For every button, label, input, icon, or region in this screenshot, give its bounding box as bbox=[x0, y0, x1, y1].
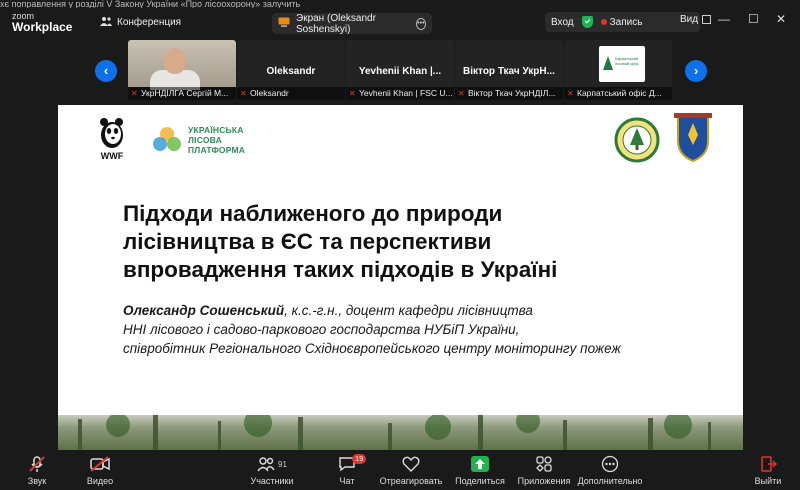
more-options-icon[interactable]: ••• bbox=[415, 17, 426, 30]
author-degree: , к.с.-г.н., доцент кафедри лісівництва bbox=[284, 303, 533, 318]
more-button[interactable]: Дополнительно bbox=[575, 454, 645, 486]
wwf-logo: WWF bbox=[94, 117, 130, 163]
camera-off-icon bbox=[65, 454, 135, 474]
research-institute-emblem-icon bbox=[614, 117, 660, 163]
notification-ticker: хє поправлення у розділі V Закону Україн… bbox=[0, 0, 301, 8]
participant-caption: ✕ Oleksandr bbox=[237, 87, 345, 100]
audio-label: Звук bbox=[27, 476, 47, 486]
title-line: впровадження таких підходів в Україні bbox=[123, 257, 558, 282]
mic-muted-icon: ✕ bbox=[567, 88, 574, 98]
chat-label: Чат bbox=[339, 476, 355, 486]
meeting-controls: Вход Запись bbox=[545, 12, 700, 32]
slide-title: Підходи наближеного до природи лісівницт… bbox=[123, 200, 683, 284]
brand-line2: Workplace bbox=[12, 20, 73, 34]
ukrainian-forest-platform-logo: УКРАЇНСЬКА ЛІСОВА ПЛАТФОРМА bbox=[150, 125, 245, 155]
participants-label: Участники bbox=[250, 476, 294, 486]
apps-label: Приложения bbox=[517, 476, 571, 486]
platform-line1: УКРАЇНСЬКА bbox=[188, 125, 244, 135]
participant-tile[interactable]: Oleksandr ✕ Oleksandr bbox=[237, 40, 345, 100]
more-dots-icon bbox=[575, 454, 645, 474]
more-label: Дополнительно bbox=[577, 476, 643, 486]
platform-line2: ЛІСОВА bbox=[188, 135, 222, 145]
meeting-toolbar: Звук Видео 91 Участники 19 Чат Отреагиро… bbox=[0, 450, 800, 490]
view-button[interactable]: Вид bbox=[680, 14, 712, 25]
participants-button[interactable]: 91 Участники bbox=[237, 454, 307, 486]
security-shield-icon[interactable] bbox=[581, 16, 593, 28]
mic-muted-icon bbox=[2, 454, 72, 474]
platform-line3: ПЛАТФОРМА bbox=[188, 145, 246, 155]
mic-muted-icon: ✕ bbox=[349, 88, 356, 98]
conference-label: Конференция bbox=[117, 17, 182, 28]
participant-tile[interactable]: Віктор Ткач УкрН... ✕ Віктор Ткач УкрНДІ… bbox=[455, 40, 563, 100]
share-screen-indicator[interactable]: Экран (Oleksandr Soshenskyi) ••• bbox=[272, 12, 432, 35]
participant-name: Віктор Ткач УкрН... bbox=[463, 66, 555, 77]
view-label: Вид bbox=[680, 14, 699, 25]
mic-muted-icon: ✕ bbox=[240, 88, 247, 98]
author-name: Олександр Сошенський bbox=[123, 303, 285, 318]
share-label: Экран (Oleksandr Soshenskyi) bbox=[296, 12, 376, 35]
participant-tile[interactable]: Карпатський лісовий офіс ✕ Карпатський о… bbox=[564, 40, 672, 100]
participant-name: Yevhenii Khan |... bbox=[358, 66, 442, 77]
participants-icon: 91 bbox=[237, 454, 307, 474]
conference-button[interactable]: Конференция bbox=[100, 16, 181, 29]
chat-unread-badge: 19 bbox=[352, 454, 367, 464]
react-label: Отреагировать bbox=[379, 476, 443, 486]
participant-caption: ✕ Карпатський офіс Д... bbox=[564, 87, 672, 100]
university-crest-icon bbox=[674, 113, 712, 163]
participant-gallery: ‹ ✕ УкрНДІЛГА Сергій М... Oleksandr ✕ Ol… bbox=[0, 40, 800, 102]
panda-icon bbox=[100, 118, 123, 148]
author-info: Олександр Сошенський, к.с.-г.н., доцент … bbox=[123, 301, 723, 358]
leave-label: Выйти bbox=[754, 476, 782, 486]
participant-name: Oleksandr bbox=[266, 66, 316, 77]
share-button[interactable]: Поделиться bbox=[445, 454, 515, 486]
mic-muted-icon: ✕ bbox=[131, 88, 138, 98]
title-bar: хє поправлення у розділі V Закону Україн… bbox=[0, 0, 800, 40]
participant-video bbox=[128, 40, 236, 90]
people-icon bbox=[100, 16, 112, 29]
gallery-next-button[interactable]: › bbox=[685, 60, 707, 82]
wwf-label: WWF bbox=[100, 151, 124, 161]
mic-muted-icon: ✕ bbox=[458, 88, 465, 98]
maximize-button[interactable]: ☐ bbox=[748, 12, 759, 26]
carpathian-office-logo: Карпатський лісовий офіс bbox=[599, 46, 645, 82]
apps-button[interactable]: Приложения bbox=[509, 454, 579, 486]
screen-share-icon bbox=[278, 17, 290, 30]
author-affiliation: ННІ лісового і садово-паркового господар… bbox=[123, 322, 520, 337]
author-position: співробітник Регіонального Східноєвропей… bbox=[123, 341, 621, 356]
video-button[interactable]: Видео bbox=[65, 454, 135, 486]
title-line: лісівництва в ЄС та перспективи bbox=[123, 229, 492, 254]
apps-icon bbox=[509, 454, 579, 474]
gallery-prev-button[interactable]: ‹ bbox=[95, 60, 117, 82]
enter-button[interactable]: Вход bbox=[551, 17, 574, 28]
title-line: Підходи наближеного до природи bbox=[123, 201, 503, 226]
zoom-window: хє поправлення у розділі V Закону Україн… bbox=[0, 0, 800, 490]
participant-tile[interactable]: ✕ УкрНДІЛГА Сергій М... bbox=[128, 40, 236, 100]
heart-icon bbox=[376, 454, 446, 474]
platform-circles-icon bbox=[153, 127, 181, 151]
participants-count: 91 bbox=[278, 459, 287, 469]
close-button[interactable]: ✕ bbox=[776, 12, 786, 26]
audio-button[interactable]: Звук bbox=[2, 454, 72, 486]
shared-screen-slide: WWF УКРАЇНСЬКА ЛІСОВА ПЛАТФОРМА Підходи … bbox=[58, 105, 743, 450]
video-label: Видео bbox=[86, 476, 114, 486]
share-label: Поделиться bbox=[455, 476, 505, 486]
grid-icon bbox=[702, 15, 712, 24]
minimize-button[interactable]: — bbox=[718, 12, 730, 26]
record-dot-icon bbox=[600, 18, 607, 25]
forest-photo bbox=[58, 409, 743, 450]
participant-caption: ✕ Віктор Ткач УкрНДІЛ... bbox=[455, 87, 563, 100]
participant-tile[interactable]: Yevhenii Khan |... ✕ Yevhenii Khan | FSC… bbox=[346, 40, 454, 100]
participant-caption: ✕ Yevhenii Khan | FSC U... bbox=[346, 87, 454, 100]
exit-icon bbox=[733, 454, 800, 474]
record-button[interactable]: Запись bbox=[600, 16, 643, 28]
participant-caption: ✕ УкрНДІЛГА Сергій М... bbox=[128, 87, 236, 100]
app-brand: zoom Workplace bbox=[12, 11, 72, 33]
chat-button[interactable]: 19 Чат bbox=[312, 454, 382, 486]
record-label: Запись bbox=[609, 16, 643, 28]
chat-icon: 19 bbox=[312, 454, 382, 474]
share-arrow-icon bbox=[445, 454, 515, 474]
leave-button[interactable]: Выйти bbox=[733, 454, 800, 486]
react-button[interactable]: Отреагировать bbox=[376, 454, 446, 486]
